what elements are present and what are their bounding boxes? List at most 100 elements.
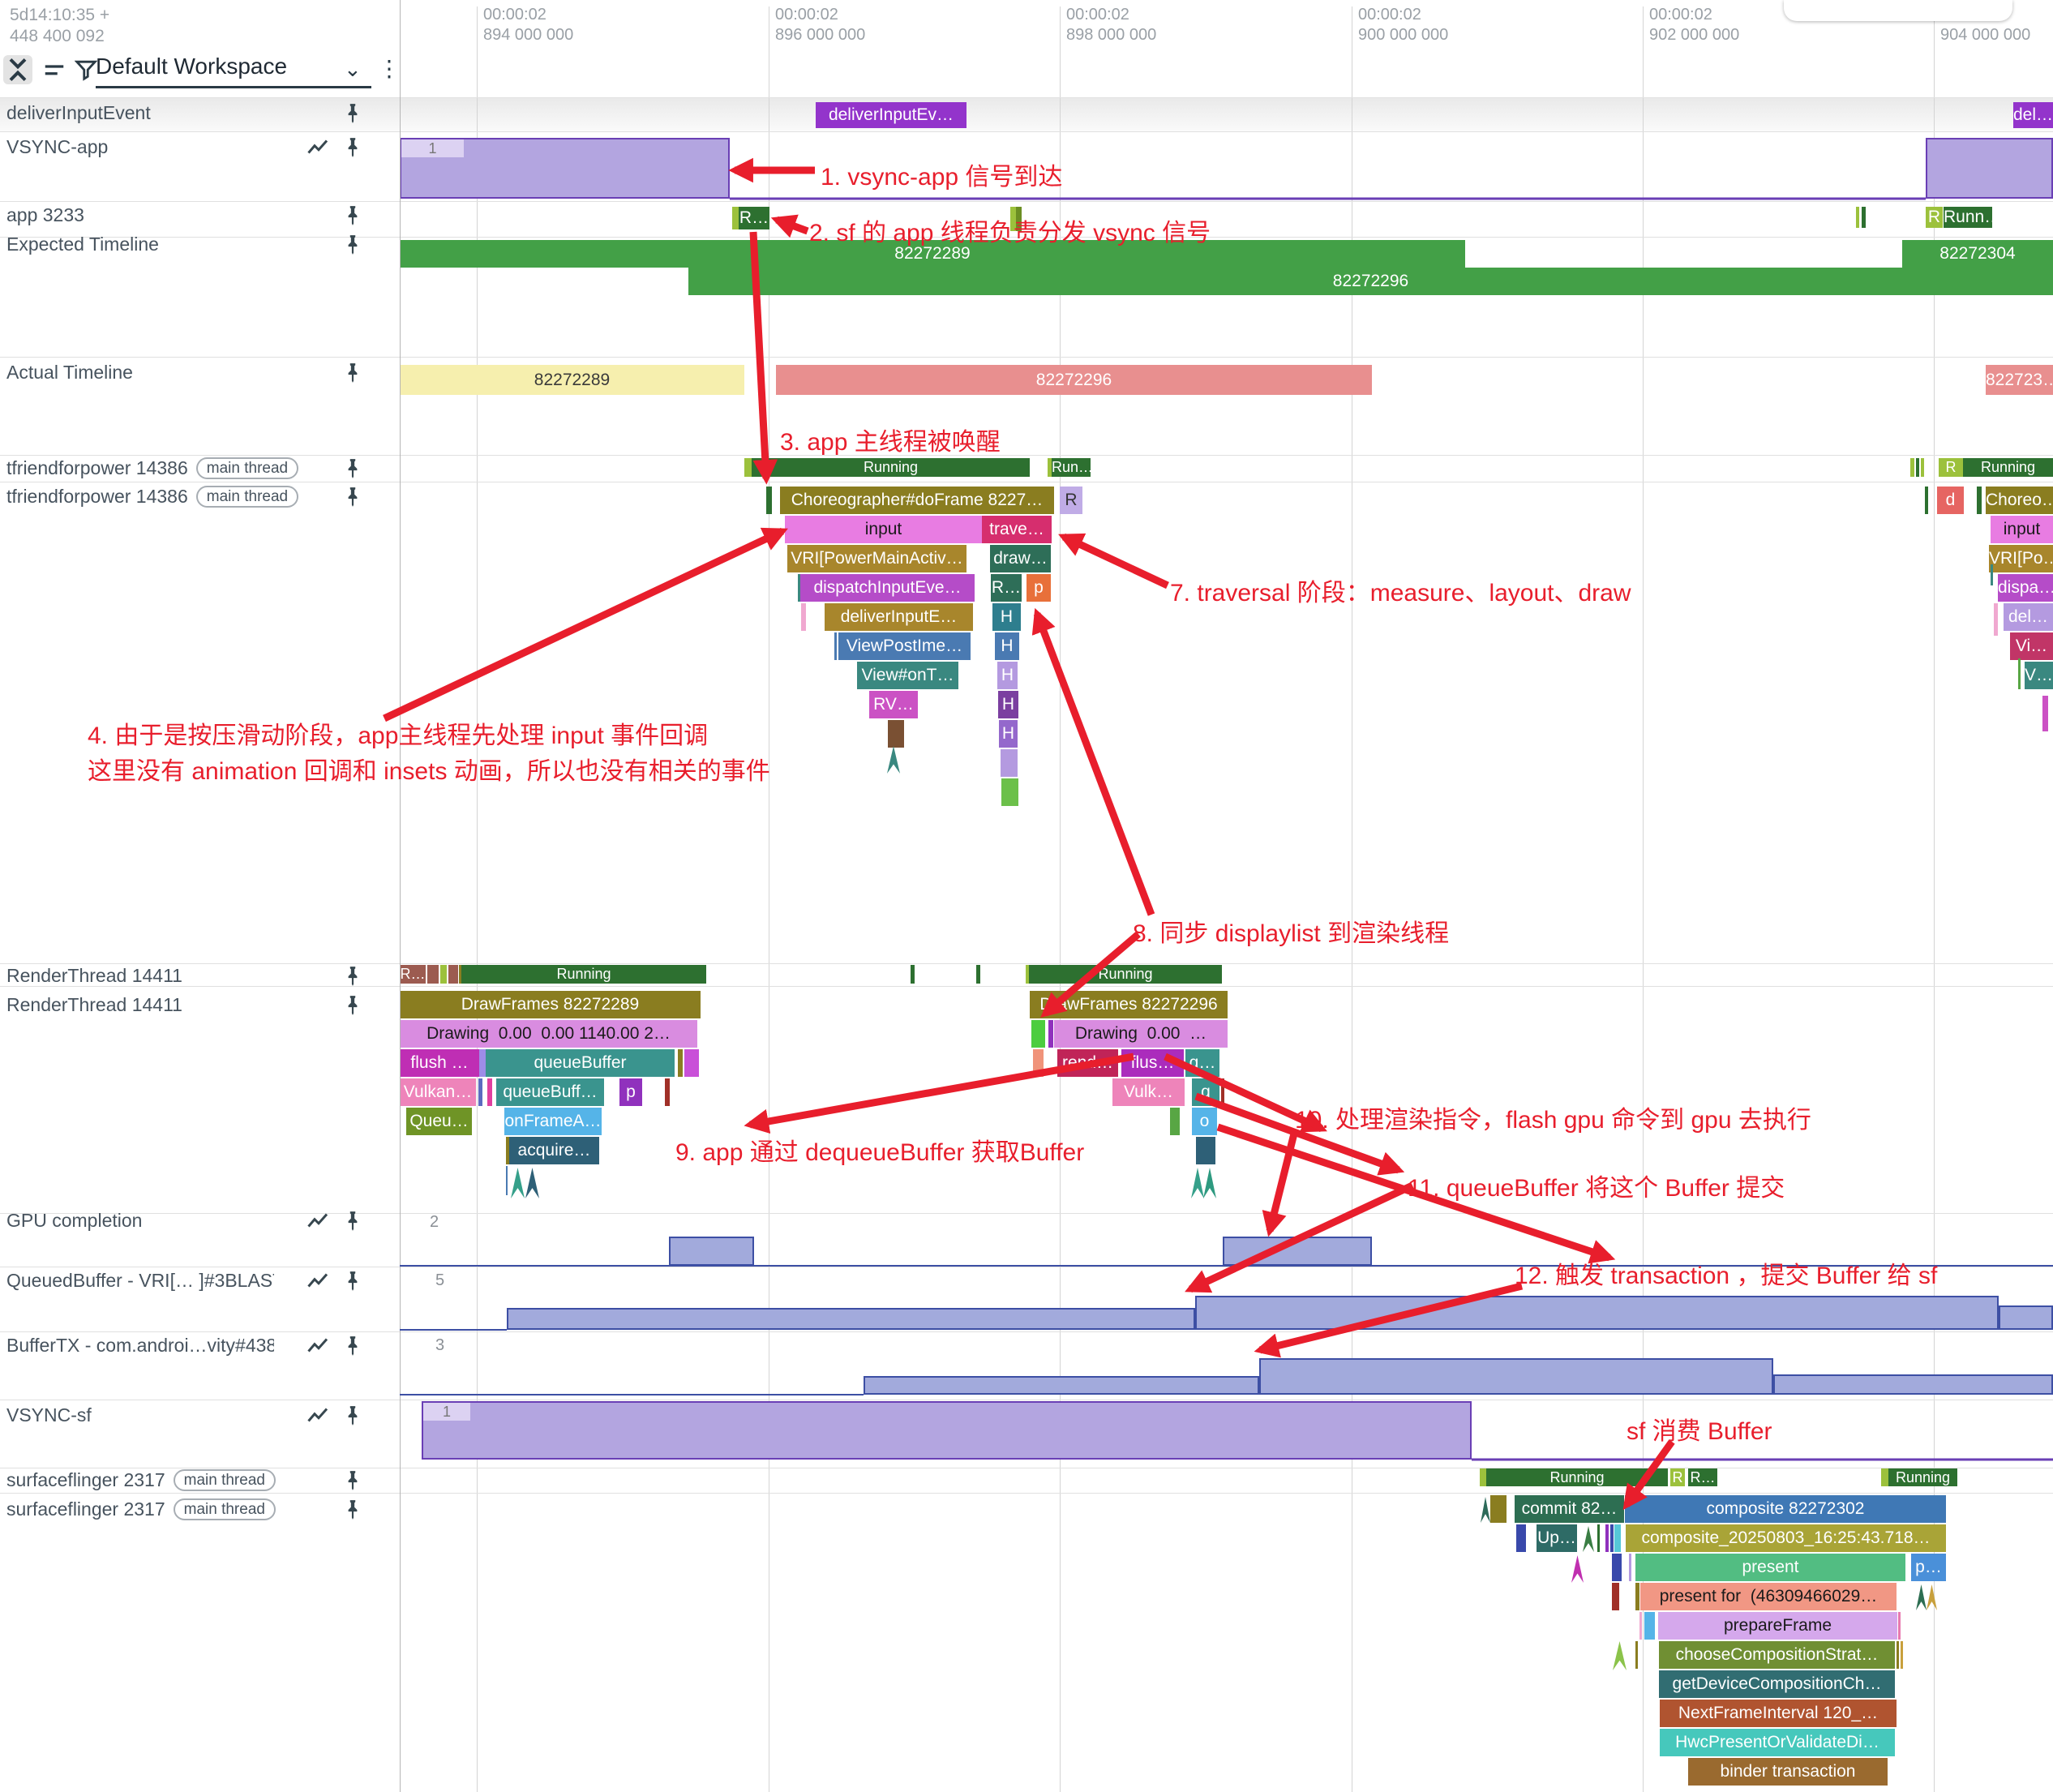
slice[interactable]: HwcPresentOrValidateDi… xyxy=(1660,1729,1895,1756)
slice-fragment[interactable] xyxy=(427,965,439,984)
track-row[interactable]: BufferTX - com.androi…vity#43830 xyxy=(0,1335,400,1361)
slice-fragment[interactable] xyxy=(506,1166,508,1195)
slice-fragment[interactable] xyxy=(864,1376,1259,1395)
slice[interactable]: getDeviceCompositionCh… xyxy=(1659,1670,1895,1698)
slice-fragment[interactable] xyxy=(1195,1296,1999,1330)
slice-fragment[interactable] xyxy=(422,1401,1472,1460)
slice-fragment[interactable] xyxy=(1612,1583,1619,1610)
instant-marker-icon[interactable] xyxy=(1927,1584,1937,1610)
slice-fragment[interactable] xyxy=(976,965,980,984)
track-row[interactable]: RenderThread 14411 xyxy=(0,994,400,1020)
slice-fragment[interactable] xyxy=(1605,1524,1609,1552)
slice[interactable]: q… xyxy=(1185,1049,1219,1077)
slice-fragment[interactable] xyxy=(1221,1078,1224,1106)
slice[interactable]: DrawFrames 82272289 xyxy=(400,991,701,1018)
slice-fragment[interactable] xyxy=(440,965,447,984)
slice[interactable]: 1 xyxy=(423,1403,470,1421)
slice[interactable]: Choreographer#doFrame 8227… xyxy=(780,487,1054,514)
pin-icon[interactable] xyxy=(342,362,363,388)
slice[interactable]: View#onT… xyxy=(857,662,958,689)
pin-icon[interactable] xyxy=(342,1404,363,1431)
slice[interactable]: H xyxy=(995,632,1019,660)
collapse-tracks-icon[interactable] xyxy=(3,55,32,84)
pin-icon[interactable] xyxy=(342,1210,363,1237)
slice-fragment[interactable] xyxy=(1910,458,1914,477)
slice[interactable]: Vi… xyxy=(2010,632,2053,660)
slice[interactable]: 82272296 xyxy=(688,268,2053,295)
slice[interactable]: del… xyxy=(2004,603,2053,631)
instant-marker-icon[interactable] xyxy=(1571,1555,1584,1583)
slice[interactable]: Runn… xyxy=(1944,207,1992,228)
slice[interactable]: deliverInputE… xyxy=(825,603,973,631)
slice[interactable]: Choreo… xyxy=(1986,487,2053,514)
pin-icon[interactable] xyxy=(342,234,363,260)
slice[interactable]: dispatchInputEve… xyxy=(800,574,975,602)
slice[interactable]: composite 82272302 xyxy=(1625,1495,1946,1523)
slice[interactable]: Running xyxy=(461,965,706,984)
slice-fragment[interactable] xyxy=(1629,1554,1631,1581)
slice[interactable]: R xyxy=(1926,207,1943,228)
slice[interactable]: Running xyxy=(1029,965,1222,984)
slice[interactable]: R… xyxy=(1688,1468,1717,1486)
slice-fragment[interactable] xyxy=(448,965,458,984)
slice-fragment[interactable] xyxy=(678,1049,683,1077)
slice-fragment[interactable] xyxy=(834,632,837,660)
slice[interactable]: Vulk… xyxy=(1112,1078,1185,1106)
slice[interactable]: chooseCompositionStrat… xyxy=(1659,1641,1895,1669)
slice-fragment[interactable] xyxy=(1223,1237,1372,1266)
slice[interactable]: acquire… xyxy=(509,1137,599,1164)
track-row[interactable]: surfaceflinger 2317main thread xyxy=(0,1498,400,1524)
slice[interactable]: rend… xyxy=(1057,1049,1118,1077)
slice[interactable]: V… xyxy=(2025,662,2053,689)
slice[interactable]: 1 xyxy=(401,139,464,157)
pin-icon[interactable] xyxy=(342,136,363,163)
track-row[interactable]: VSYNC-app xyxy=(0,136,400,162)
instant-marker-icon[interactable] xyxy=(887,746,900,774)
pin-icon[interactable] xyxy=(342,1335,363,1361)
slice-fragment[interactable] xyxy=(1001,778,1018,806)
slice[interactable]: Queu… xyxy=(406,1108,472,1135)
slice[interactable]: 822723… xyxy=(1986,365,2053,395)
track-row[interactable]: VSYNC-sf xyxy=(0,1404,400,1430)
slice-fragment[interactable] xyxy=(1048,1020,1053,1048)
slice-fragment[interactable] xyxy=(478,1078,482,1106)
slice-fragment[interactable] xyxy=(1612,1554,1622,1581)
slice[interactable]: queueBuffer xyxy=(486,1049,675,1077)
slice-fragment[interactable] xyxy=(801,603,806,631)
slice[interactable]: R xyxy=(1939,458,1963,477)
slice-fragment[interactable] xyxy=(1999,1305,2053,1330)
instant-marker-icon[interactable] xyxy=(1203,1168,1216,1198)
slice[interactable]: binder transaction xyxy=(1688,1758,1888,1786)
slice-fragment[interactable] xyxy=(479,1049,486,1077)
slice-fragment[interactable] xyxy=(1881,1468,1888,1486)
slice-fragment[interactable] xyxy=(2018,658,2021,689)
slice[interactable]: flus… xyxy=(1121,1049,1184,1077)
slice[interactable]: dispa… xyxy=(1998,574,2053,602)
slice[interactable]: deliverInputEv… xyxy=(816,102,966,128)
slice[interactable]: Running xyxy=(1888,1468,1957,1486)
slice-fragment[interactable] xyxy=(1635,1583,1639,1610)
slice[interactable]: p… xyxy=(1911,1554,1946,1581)
instant-marker-icon[interactable] xyxy=(511,1168,525,1198)
slice-fragment[interactable] xyxy=(1994,603,1998,636)
pin-icon[interactable] xyxy=(342,102,363,129)
slice[interactable]: R xyxy=(1060,487,1082,514)
slice[interactable]: present xyxy=(1635,1554,1905,1581)
slice[interactable]: queueBuff… xyxy=(496,1078,604,1106)
slice-fragment[interactable] xyxy=(766,487,772,514)
slice-fragment[interactable] xyxy=(888,720,904,748)
slice-fragment[interactable] xyxy=(1516,1524,1526,1552)
slice-fragment[interactable] xyxy=(684,1049,699,1077)
instant-marker-icon[interactable] xyxy=(1191,1168,1204,1198)
slice-fragment[interactable] xyxy=(744,458,752,477)
instant-marker-icon[interactable] xyxy=(1481,1497,1490,1523)
slice[interactable]: p xyxy=(1026,574,1051,602)
slice[interactable]: commit 82… xyxy=(1515,1495,1624,1523)
instant-marker-icon[interactable] xyxy=(1583,1526,1594,1552)
slice-fragment[interactable] xyxy=(2042,696,2048,731)
slice[interactable]: d xyxy=(1937,487,1964,514)
track-row[interactable]: surfaceflinger 2317main thread xyxy=(0,1469,400,1495)
slice-fragment[interactable] xyxy=(1031,1020,1045,1048)
slice[interactable]: prepareFrame xyxy=(1658,1612,1897,1640)
track-row[interactable]: Actual Timeline xyxy=(0,362,400,388)
